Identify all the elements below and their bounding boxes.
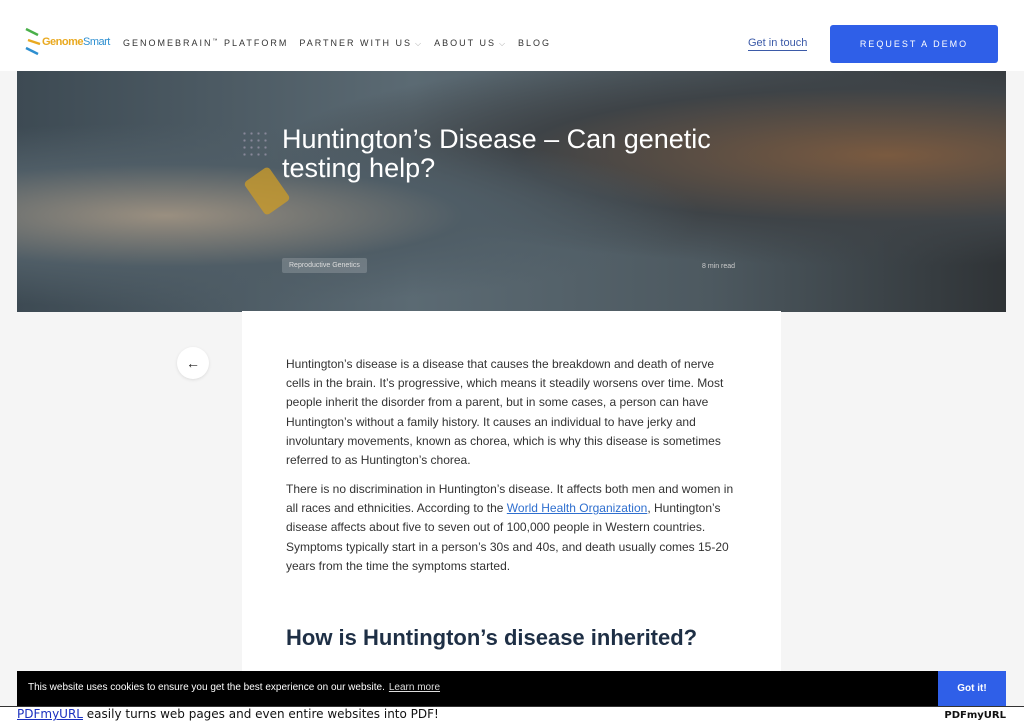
paragraph-2: There is no discrimination in Huntington… [286,480,741,576]
nav-label: BLOG [518,38,552,48]
logo-text-2: Smart [83,36,110,48]
nav-genomebrain-platform[interactable]: GENOMEBRAIN™ PLATFORM [123,38,288,49]
nav-about-us[interactable]: ABOUT US ⌵ [434,38,507,49]
nav-blog[interactable]: BLOG [518,38,551,49]
request-demo-button[interactable]: REQUEST A DEMO [830,25,998,63]
section-heading: How is Huntington’s disease inherited? [286,625,698,650]
arrow-left-icon: ← [186,355,200,371]
dots-decoration-icon [241,130,271,158]
nav-partner-with-us[interactable]: PARTNER WITH US ⌵ [299,38,423,49]
accept-cookies-button[interactable]: Got it! [938,671,1006,706]
pdfmyurl-logo: PDFmyURL [944,710,1006,721]
read-time: 8 min read [702,263,736,270]
cookie-message: This website uses cookies to ensure you … [28,682,385,693]
cookie-banner: This website uses cookies to ensure you … [17,671,1006,706]
genomesmart-logo[interactable]: GenomeSmart [24,26,110,58]
nav-label: PARTNER WITH US [299,38,413,48]
category-tag[interactable]: Reproductive Genetics [282,258,367,273]
chevron-down-icon: ⌵ [498,39,508,48]
nav-label: ABOUT US [434,38,496,48]
site-header: GenomeSmart GENOMEBRAIN™ PLATFORM PARTNE… [0,0,1024,71]
nav-label: GENOMEBRAIN [123,38,213,48]
main-nav: GENOMEBRAIN™ PLATFORM PARTNER WITH US ⌵ A… [123,38,551,49]
logo-mark-icon [25,27,41,56]
get-in-touch-link[interactable]: Get in touch [748,37,808,51]
chevron-down-icon: ⌵ [415,39,424,48]
back-button[interactable]: ← [177,347,209,379]
who-link[interactable]: World Health Organization [507,501,648,515]
paragraph-1: Huntington’s disease is a disease that c… [286,357,724,468]
trademark: ™ [212,38,220,44]
page-title: Huntington’s Disease – Can genetic testi… [282,124,711,183]
pdfmyurl-footer: PDFmyURL easily turns web pages and even… [0,706,1024,723]
logo-text: Genome [42,36,84,48]
hero-banner [17,71,1006,312]
footer-text: easily turns web pages and even entire w… [82,707,439,721]
nav-label: PLATFORM [219,38,289,48]
pdfmyurl-link[interactable]: PDFmyURL [17,707,83,721]
learn-more-link[interactable]: Learn more [389,682,440,693]
